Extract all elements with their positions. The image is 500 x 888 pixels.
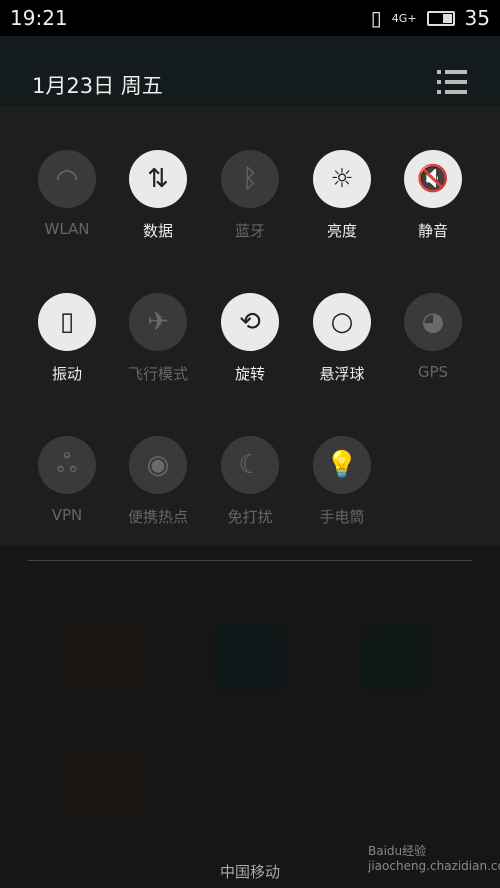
list-menu-icon[interactable] xyxy=(437,70,467,98)
toggle-label: 便携热点 xyxy=(127,508,188,526)
toggle-moon[interactable]: ☾ 免打扰 xyxy=(204,436,296,527)
toggle-label: GPS xyxy=(417,363,449,381)
toggle-mute[interactable]: 🔇 静音 xyxy=(387,150,479,241)
battery-icon xyxy=(426,10,455,26)
toggle-label: WLAN xyxy=(44,220,90,238)
data-arrows-icon: ⇅ xyxy=(129,150,187,208)
toggle-label: VPN xyxy=(51,506,83,524)
flashlight-icon: 💡 xyxy=(313,436,371,494)
toggle-label: 静音 xyxy=(417,222,448,240)
mute-icon: 🔇 xyxy=(404,150,462,208)
toggle-wifi[interactable]: ◠ WLAN xyxy=(21,150,113,238)
airplane-icon: ✈ xyxy=(129,293,187,351)
rotate-icon: ⟲ xyxy=(221,293,279,351)
signal-icon: 4G+ xyxy=(391,11,417,25)
toggle-gps[interactable]: ◕ GPS xyxy=(387,293,479,381)
vibrate-icon: ▯ xyxy=(38,293,96,351)
toggle-label: 振动 xyxy=(51,365,82,383)
toggle-label: 亮度 xyxy=(326,222,357,240)
brightness-auto-icon: ☼ xyxy=(313,150,371,208)
floating-ball-icon: ○ xyxy=(313,293,371,351)
gps-icon: ◕ xyxy=(404,293,462,351)
image-app-icon xyxy=(70,624,138,692)
toggle-label: 飞行模式 xyxy=(127,365,188,383)
date-label: 1月23日 周五 xyxy=(32,74,163,98)
vibrate-status-icon: ▯ xyxy=(370,6,382,30)
toggle-brightness-auto[interactable]: ☼ 亮度 xyxy=(296,150,388,241)
toggle-hotspot[interactable]: ◉ 便携热点 xyxy=(112,436,204,527)
toggle-label: 蓝牙 xyxy=(234,222,265,240)
divider xyxy=(28,560,472,561)
file-app-icon xyxy=(70,748,138,816)
watermark: Baidu经验 jiaocheng.chazidian.com xyxy=(368,844,500,873)
toggle-vpn[interactable]: ஃ VPN xyxy=(21,436,113,524)
toggle-label: 旋转 xyxy=(234,365,265,383)
toggle-rotate[interactable]: ⟲ 旋转 xyxy=(204,293,296,384)
toggle-airplane[interactable]: ✈ 飞行模式 xyxy=(112,293,204,384)
toggle-floating-ball[interactable]: ○ 悬浮球 xyxy=(296,293,388,384)
toggle-bluetooth[interactable]: ᛒ 蓝牙 xyxy=(204,150,296,241)
toggle-vibrate[interactable]: ▯ 振动 xyxy=(21,293,113,384)
clock: 19:21 xyxy=(10,6,68,30)
toggle-flashlight[interactable]: 💡 手电筒 xyxy=(296,436,388,527)
toggle-label: 手电筒 xyxy=(319,508,365,526)
wifi-icon: ◠ xyxy=(38,150,96,208)
toggle-data-arrows[interactable]: ⇅ 数据 xyxy=(112,150,204,241)
battery-level: 35 xyxy=(464,6,490,30)
toggle-label: 免打扰 xyxy=(227,508,273,526)
toggle-label: 悬浮球 xyxy=(319,365,365,383)
moon-icon: ☾ xyxy=(221,436,279,494)
hotspot-icon: ◉ xyxy=(129,436,187,494)
video-app-icon xyxy=(362,624,430,692)
vpn-icon: ஃ xyxy=(38,436,96,494)
bluetooth-icon: ᛒ xyxy=(221,150,279,208)
status-bar: 19:21 ▯ 4G+ 35 xyxy=(0,0,500,36)
toggle-label: 数据 xyxy=(142,222,173,240)
camera-app-icon xyxy=(215,624,283,692)
